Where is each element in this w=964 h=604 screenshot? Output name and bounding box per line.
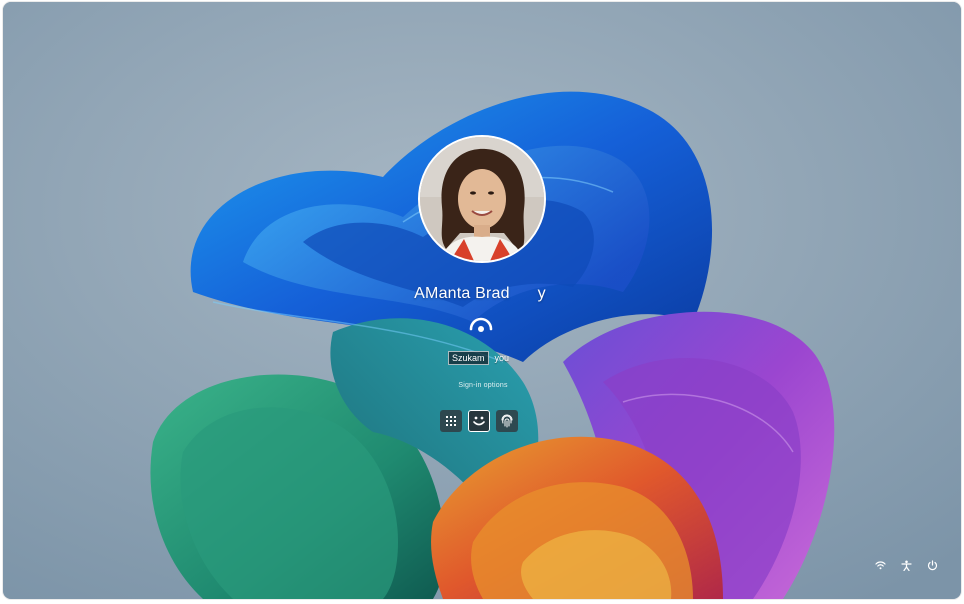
wifi-icon — [874, 561, 886, 570]
accessibility-button[interactable] — [900, 559, 912, 571]
smiley-face-icon — [473, 416, 485, 426]
accessibility-icon — [900, 560, 912, 571]
fingerprint-icon — [501, 414, 513, 428]
system-tray — [874, 559, 938, 571]
face-scan-icon — [469, 317, 493, 332]
user-avatar — [418, 135, 546, 263]
face-status-suffix: you — [494, 353, 510, 363]
power-icon — [927, 559, 937, 570]
pin-option-button[interactable] — [440, 410, 462, 432]
lock-screen: AManta Brad y Szukam you Sign-in options — [3, 2, 961, 599]
wifi-button[interactable] — [874, 559, 886, 571]
face-status-text: Szukam — [448, 351, 489, 365]
keypad-icon — [446, 416, 456, 426]
face-status: Szukam you — [448, 351, 509, 365]
avatar-photo — [420, 137, 544, 261]
sign-in-options-label[interactable]: Sign-in options — [423, 382, 543, 389]
user-display-name: AManta Brad y — [414, 285, 546, 302]
sign-in-options — [440, 410, 518, 432]
power-button[interactable] — [926, 559, 938, 571]
fingerprint-option-button[interactable] — [496, 410, 518, 432]
face-option-button[interactable] — [468, 410, 490, 432]
